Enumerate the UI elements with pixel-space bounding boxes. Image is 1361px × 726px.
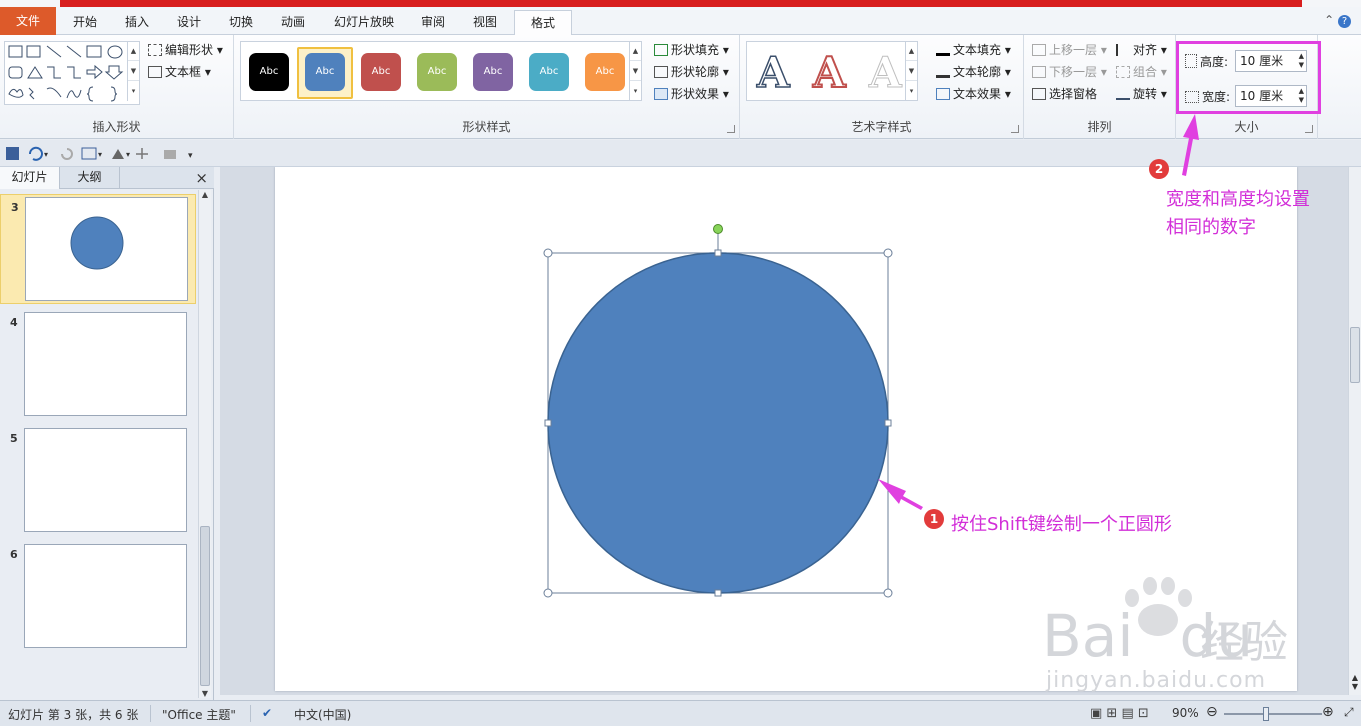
view-buttons-icon[interactable]: ▣ ⊞ ▤ ⊡: [1090, 706, 1149, 721]
arrow-2-icon: [1182, 114, 1199, 176]
status-separator: [250, 705, 251, 722]
watermark-cn: 经验: [1200, 617, 1288, 668]
watermark-brand-bai: Bai: [1042, 602, 1134, 670]
step-1-badge: 1: [924, 509, 944, 529]
circle-shape[interactable]: [547, 252, 889, 594]
slide-count-status: 幻灯片 第 3 张，共 6 张: [8, 708, 139, 722]
language-status[interactable]: 中文(中国): [294, 706, 351, 723]
arrow-1-icon: [878, 479, 923, 510]
step-2-annotation-line1: 宽度和高度均设置: [1166, 189, 1310, 210]
step-2-badge: 2: [1149, 159, 1169, 179]
step-2-annotation-line2: 相同的数字: [1166, 217, 1256, 238]
zoom-slider-thumb[interactable]: [1263, 707, 1269, 721]
zoom-slider[interactable]: [1224, 713, 1322, 715]
zoom-in-icon[interactable]: ⊕: [1322, 704, 1334, 720]
fit-to-window-icon[interactable]: ⤢: [1344, 705, 1354, 720]
status-bar: 幻灯片 第 3 张，共 6 张 "Office 主题" ✔ 中文(中国) ▣ ⊞…: [0, 700, 1361, 726]
spell-check-icon[interactable]: ✔: [262, 706, 272, 720]
rotation-handle[interactable]: [713, 224, 723, 234]
theme-status[interactable]: "Office 主题": [162, 706, 236, 723]
status-separator: [150, 705, 151, 722]
watermark-url: jingyan.baidu.com: [1046, 668, 1267, 693]
zoom-level[interactable]: 90%: [1172, 706, 1199, 720]
zoom-out-icon[interactable]: ⊖: [1206, 704, 1218, 720]
step-1-annotation: 按住Shift键绘制一个正圆形: [951, 514, 1172, 535]
